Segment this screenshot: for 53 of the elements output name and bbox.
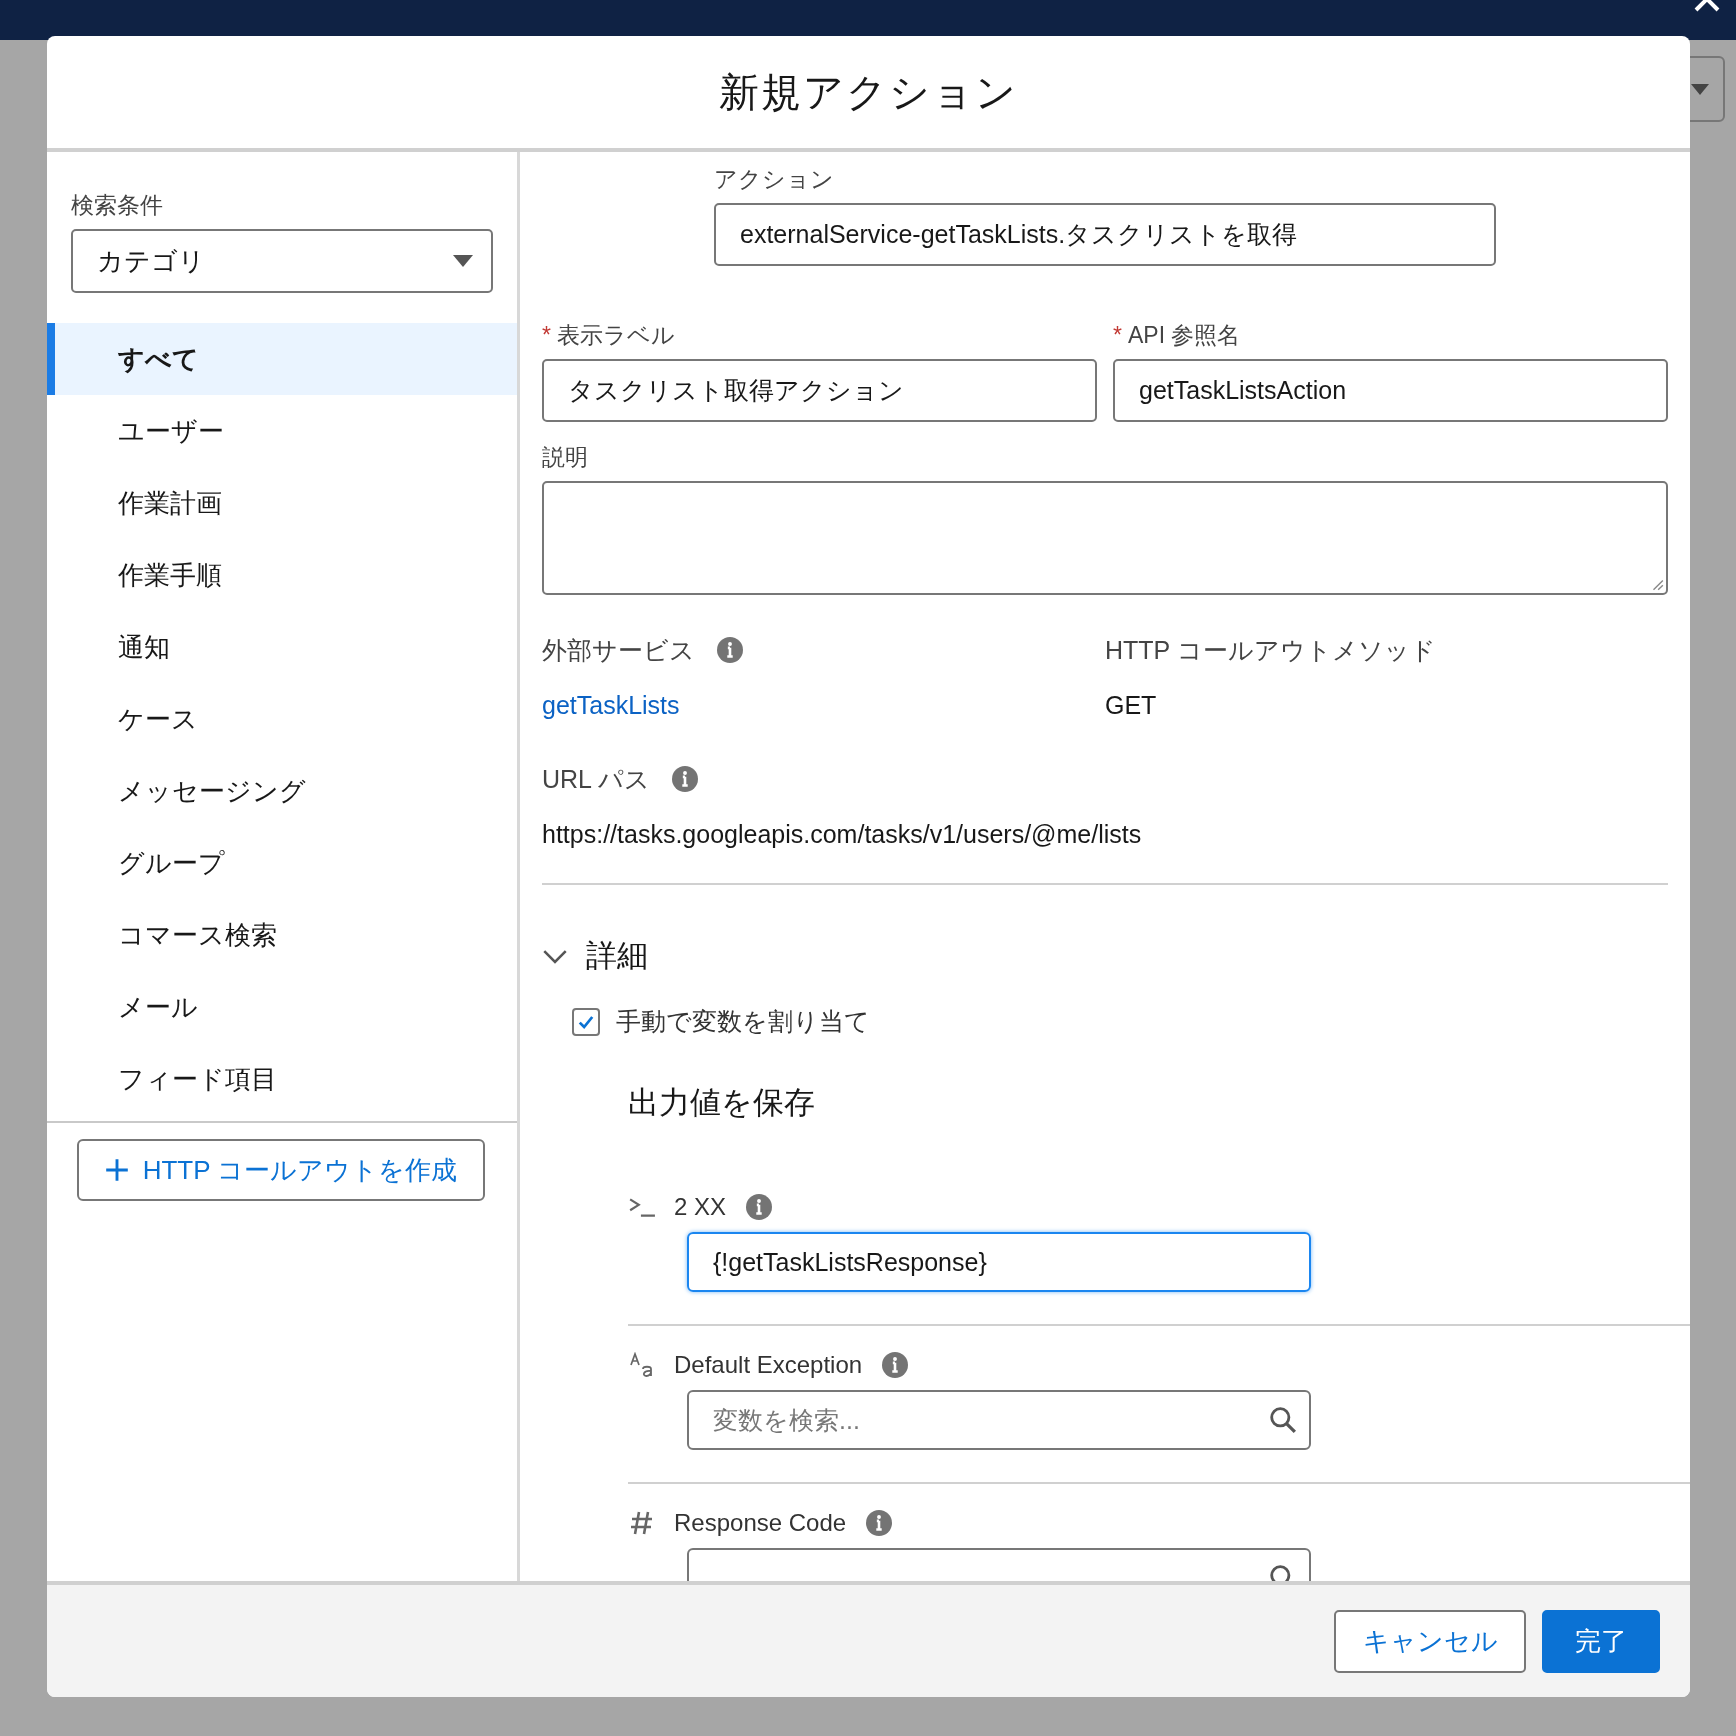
output-label: Default Exception — [674, 1351, 863, 1379]
info-icon[interactable] — [746, 1194, 773, 1220]
category-item[interactable]: メール — [47, 971, 517, 1043]
category-item[interactable]: 作業計画 — [47, 467, 517, 539]
output-label: Response Code — [674, 1509, 847, 1537]
output-label: 2 XX — [674, 1193, 727, 1221]
filter-select[interactable]: カテゴリ — [71, 229, 493, 293]
url-path: https://tasks.googleapis.com/tasks/v1/users/@me/lists — [542, 820, 1143, 849]
info-icon[interactable] — [717, 637, 743, 663]
category-item[interactable]: グループ — [47, 827, 517, 899]
field-label: アクション — [714, 165, 835, 194]
section-title: 詳細 — [586, 937, 648, 975]
category-item[interactable]: コマース検索 — [47, 899, 517, 971]
field-label: 説明 — [542, 443, 589, 472]
caret-icon — [453, 255, 473, 267]
field-value: GET — [1105, 691, 1158, 720]
info-icon[interactable] — [882, 1352, 909, 1378]
output-title: 出力値を保存 — [628, 1084, 816, 1122]
info-icon[interactable] — [866, 1510, 893, 1536]
variable-field[interactable]: {!getTaskListsResponse} — [687, 1232, 1311, 1292]
modal-title: 新規アクション — [719, 68, 1018, 116]
category-item[interactable]: ユーザー — [47, 395, 517, 467]
required-marker: * — [542, 322, 551, 349]
description-textarea[interactable] — [542, 481, 1668, 595]
category-item[interactable]: 作業手順 — [47, 539, 517, 611]
action-field[interactable]: externalService-getTaskLists.タスクリストを取得 — [714, 203, 1496, 266]
search-icon — [1269, 1406, 1297, 1434]
service-link[interactable]: getTaskLists — [542, 691, 680, 720]
field-label: URL パス — [542, 763, 651, 795]
category-item[interactable]: すべて — [47, 323, 517, 395]
done-button[interactable]: 完了 — [1542, 1609, 1660, 1673]
field-label: 外部サービス — [542, 634, 695, 666]
filter-label: 検索条件 — [71, 191, 164, 220]
input-field[interactable]: タスクリスト取得アクション — [542, 359, 1097, 422]
caret-icon — [1691, 84, 1709, 95]
field-label: 表示ラベル — [556, 321, 675, 350]
info-icon[interactable] — [672, 766, 699, 792]
plus-icon — [104, 1158, 129, 1182]
create-callout-button[interactable]: HTTP コールアウトを作成 — [77, 1139, 485, 1201]
input-field[interactable]: getTaskListsAction — [1113, 359, 1668, 422]
checkbox-label: 手動で変数を割り当て — [616, 1006, 870, 1037]
variable-field[interactable]: 変数を検索... — [687, 1390, 1311, 1450]
category-item[interactable]: 通知 — [47, 611, 517, 683]
field-label: API 参照名 — [1127, 321, 1241, 350]
category-item[interactable]: フィード項目 — [47, 1043, 517, 1115]
chevron-icon[interactable] — [542, 948, 568, 964]
field-label: HTTP コールアウトメソッド — [1105, 634, 1436, 666]
resize-grip-icon — [1650, 577, 1664, 591]
required-marker: * — [1113, 322, 1122, 349]
category-item[interactable]: ケース — [47, 683, 517, 755]
cancel-button[interactable]: キャンセル — [1334, 1609, 1526, 1673]
category-item[interactable]: メッセージング — [47, 755, 517, 827]
checkbox[interactable] — [572, 1007, 600, 1036]
